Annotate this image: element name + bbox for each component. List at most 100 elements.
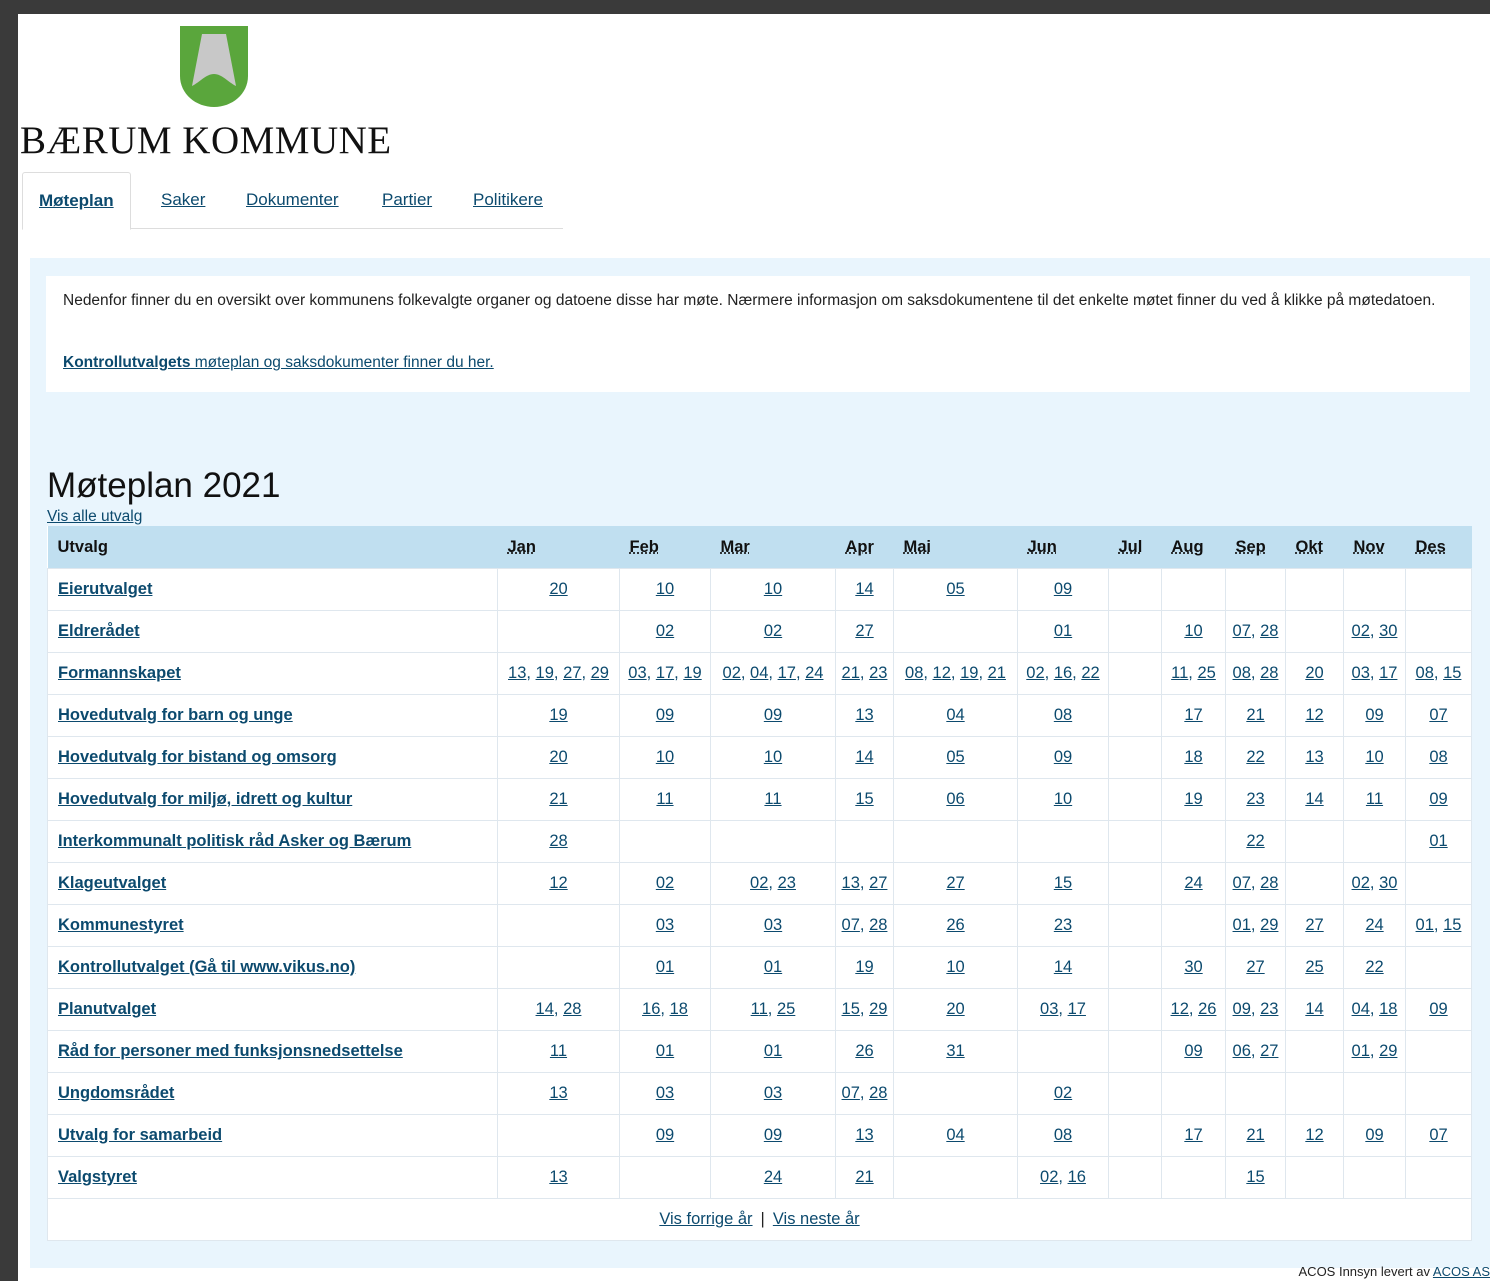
meeting-date-link[interactable]: 22 [1365, 958, 1383, 976]
meeting-date-link[interactable]: 13 [855, 706, 873, 724]
meeting-date-link[interactable]: 26 [855, 1042, 873, 1060]
meeting-date-link[interactable]: 09 [1184, 1042, 1202, 1060]
meeting-date-link[interactable]: 10 [656, 580, 674, 598]
meeting-date-link[interactable]: 03 [656, 916, 674, 934]
tab-politikere[interactable]: Politikere [473, 172, 543, 228]
committee-link[interactable]: Klageutvalget [58, 874, 166, 892]
meeting-date-link[interactable]: 29 [869, 1000, 887, 1018]
meeting-date-link[interactable]: 28 [549, 832, 567, 850]
meeting-date-link[interactable]: 15 [855, 790, 873, 808]
meeting-date-link[interactable]: 30 [1379, 874, 1397, 892]
meeting-date-link[interactable]: 25 [777, 1000, 795, 1018]
meeting-date-link[interactable]: 27 [855, 622, 873, 640]
meeting-date-link[interactable]: 14 [1305, 1000, 1323, 1018]
meeting-date-link[interactable]: 12 [1171, 1000, 1189, 1018]
meeting-date-link[interactable]: 23 [1246, 790, 1264, 808]
meeting-date-link[interactable]: 03 [764, 916, 782, 934]
meeting-date-link[interactable]: 06 [946, 790, 964, 808]
meeting-date-link[interactable]: 11 [656, 790, 673, 808]
meeting-date-link[interactable]: 21 [988, 664, 1006, 682]
meeting-date-link[interactable]: 05 [946, 748, 964, 766]
meeting-date-link[interactable]: 10 [1054, 790, 1072, 808]
meeting-date-link[interactable]: 03 [764, 1084, 782, 1102]
meeting-date-link[interactable]: 23 [869, 664, 887, 682]
meeting-date-link[interactable]: 16 [1054, 664, 1072, 682]
meeting-date-link[interactable]: 19 [1184, 790, 1202, 808]
meeting-date-link[interactable]: 10 [764, 748, 782, 766]
meeting-date-link[interactable]: 10 [764, 580, 782, 598]
meeting-date-link[interactable]: 25 [1197, 664, 1215, 682]
meeting-date-link[interactable]: 03 [656, 1084, 674, 1102]
meeting-date-link[interactable]: 08 [905, 664, 923, 682]
meeting-date-link[interactable]: 11 [751, 1000, 768, 1018]
meeting-date-link[interactable]: 02 [1054, 1084, 1072, 1102]
meeting-date-link[interactable]: 23 [778, 874, 796, 892]
meeting-date-link[interactable]: 10 [1184, 622, 1202, 640]
meeting-date-link[interactable]: 18 [1184, 748, 1202, 766]
meeting-date-link[interactable]: 09 [1365, 706, 1383, 724]
meeting-date-link[interactable]: 04 [1352, 1000, 1370, 1018]
meeting-date-link[interactable]: 12 [1305, 1126, 1323, 1144]
meeting-date-link[interactable]: 17 [778, 664, 796, 682]
meeting-date-link[interactable]: 14 [855, 580, 873, 598]
meeting-date-link[interactable]: 26 [946, 916, 964, 934]
meeting-date-link[interactable]: 08 [1233, 664, 1251, 682]
logo[interactable]: BÆRUM KOMMUNE [18, 22, 438, 172]
meeting-date-link[interactable]: 01 [1352, 1042, 1370, 1060]
meeting-date-link[interactable]: 17 [1184, 706, 1202, 724]
meeting-date-link[interactable]: 07 [1429, 1126, 1447, 1144]
meeting-date-link[interactable]: 20 [549, 580, 567, 598]
meeting-date-link[interactable]: 10 [656, 748, 674, 766]
meeting-date-link[interactable]: 08 [1054, 1126, 1072, 1144]
meeting-date-link[interactable]: 14 [1054, 958, 1072, 976]
meeting-date-link[interactable]: 13 [842, 874, 860, 892]
meeting-date-link[interactable]: 20 [946, 1000, 964, 1018]
meeting-date-link[interactable]: 09 [656, 1126, 674, 1144]
meeting-date-link[interactable]: 30 [1184, 958, 1202, 976]
meeting-date-link[interactable]: 11 [1366, 790, 1383, 808]
committee-link[interactable]: Eldrerådet [58, 622, 140, 640]
meeting-date-link[interactable]: 27 [1260, 1042, 1278, 1060]
meeting-date-link[interactable]: 15 [842, 1000, 860, 1018]
meeting-date-link[interactable]: 09 [1429, 1000, 1447, 1018]
meeting-date-link[interactable]: 25 [1305, 958, 1323, 976]
meeting-date-link[interactable]: 27 [1305, 916, 1323, 934]
meeting-date-link[interactable]: 01 [1054, 622, 1072, 640]
meeting-date-link[interactable]: 21 [842, 664, 860, 682]
meeting-date-link[interactable]: 04 [750, 664, 768, 682]
meeting-date-link[interactable]: 19 [855, 958, 873, 976]
committee-link[interactable]: Valgstyret [58, 1168, 137, 1186]
meeting-date-link[interactable]: 07 [1429, 706, 1447, 724]
meeting-date-link[interactable]: 02 [1040, 1168, 1058, 1186]
acos-link[interactable]: ACOS AS [1433, 1264, 1490, 1279]
meeting-date-link[interactable]: 18 [1379, 1000, 1397, 1018]
committee-link[interactable]: Kommunestyret [58, 916, 184, 934]
meeting-date-link[interactable]: 28 [563, 1000, 581, 1018]
meeting-date-link[interactable]: 28 [869, 1084, 887, 1102]
meeting-date-link[interactable]: 27 [563, 664, 581, 682]
meeting-date-link[interactable]: 09 [764, 1126, 782, 1144]
meeting-date-link[interactable]: 01 [1429, 832, 1447, 850]
meeting-date-link[interactable]: 10 [946, 958, 964, 976]
meeting-date-link[interactable]: 21 [855, 1168, 873, 1186]
meeting-date-link[interactable]: 09 [1429, 790, 1447, 808]
meeting-date-link[interactable]: 12 [1305, 706, 1323, 724]
meeting-date-link[interactable]: 29 [1260, 916, 1278, 934]
next-year-link[interactable]: Vis neste år [773, 1210, 860, 1228]
meeting-date-link[interactable]: 03 [1352, 664, 1370, 682]
meeting-date-link[interactable]: 07 [1233, 874, 1251, 892]
meeting-date-link[interactable]: 30 [1379, 622, 1397, 640]
meeting-date-link[interactable]: 12 [549, 874, 567, 892]
meeting-date-link[interactable]: 11 [550, 1042, 567, 1060]
meeting-date-link[interactable]: 16 [1068, 1168, 1086, 1186]
meeting-date-link[interactable]: 02 [1026, 664, 1044, 682]
meeting-date-link[interactable]: 17 [1184, 1126, 1202, 1144]
meeting-date-link[interactable]: 24 [805, 664, 823, 682]
meeting-date-link[interactable]: 06 [1233, 1042, 1251, 1060]
meeting-date-link[interactable]: 02 [656, 622, 674, 640]
meeting-date-link[interactable]: 29 [591, 664, 609, 682]
meeting-date-link[interactable]: 01 [764, 958, 782, 976]
meeting-date-link[interactable]: 16 [642, 1000, 660, 1018]
committee-link[interactable]: Hovedutvalg for barn og unge [58, 706, 293, 724]
meeting-date-link[interactable]: 28 [1260, 874, 1278, 892]
